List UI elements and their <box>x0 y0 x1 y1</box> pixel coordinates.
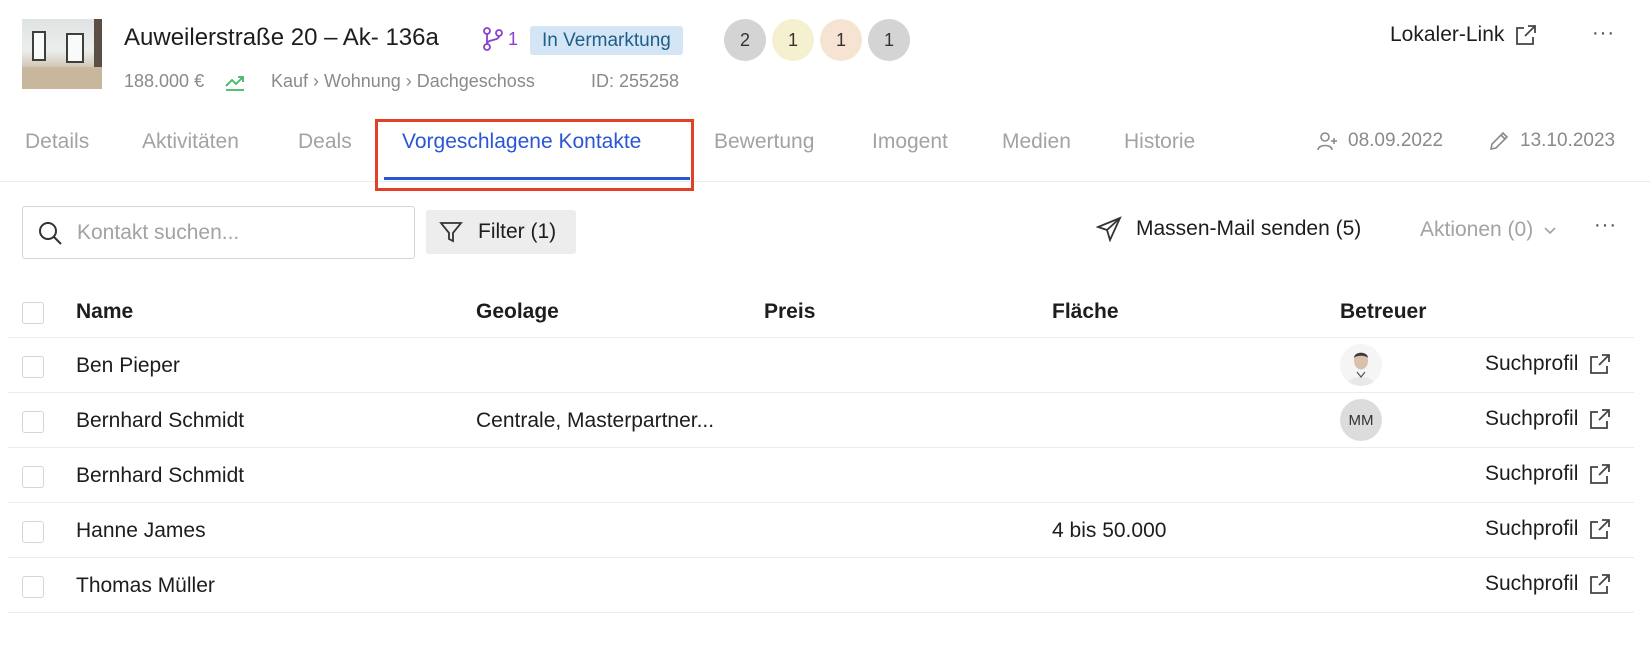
external-link-icon <box>1590 354 1611 374</box>
row-checkbox[interactable] <box>22 466 44 488</box>
property-category-breadcrumb: Kauf › Wohnung › Dachgeschoss <box>271 71 535 91</box>
local-link-label: Lokaler-Link <box>1390 23 1505 46</box>
table-header: Name Geolage Preis Fläche Betreuer <box>8 286 1634 338</box>
count-circles: 2 1 1 1 <box>724 19 910 61</box>
row-checkbox[interactable] <box>22 576 44 598</box>
branch-count: 1 <box>508 28 519 49</box>
column-header-geolage[interactable]: Geolage <box>476 300 559 324</box>
tab-details[interactable]: Details <box>25 130 89 154</box>
row-checkbox[interactable] <box>22 356 44 378</box>
search-profile-link[interactable]: Suchprofil <box>1485 462 1612 486</box>
table-row[interactable]: Hanne James 4 bis 50.000 Suchprofil <box>8 503 1634 558</box>
contact-name[interactable]: Thomas Müller <box>76 574 215 598</box>
count-circle[interactable]: 1 <box>820 19 862 61</box>
count-circle[interactable]: 1 <box>772 19 814 61</box>
count-circle[interactable]: 1 <box>868 19 910 61</box>
branch-indicator[interactable]: 1 <box>482 26 518 52</box>
pencil-icon <box>1489 131 1509 151</box>
contacts-table: Name Geolage Preis Fläche Betreuer Ben P… <box>8 286 1634 613</box>
tab-aktivitaeten[interactable]: Aktivitäten <box>142 130 239 154</box>
tab-medien[interactable]: Medien <box>1002 130 1071 154</box>
column-header-preis[interactable]: Preis <box>764 300 815 324</box>
tab-deals[interactable]: Deals <box>298 130 352 154</box>
mass-mail-button[interactable]: Massen-Mail senden (5) <box>1096 216 1361 242</box>
row-checkbox[interactable] <box>22 411 44 433</box>
tab-historie[interactable]: Historie <box>1124 130 1195 154</box>
external-link-icon <box>1590 464 1611 484</box>
tab-highlight-annotation <box>375 119 694 191</box>
column-header-betreuer[interactable]: Betreuer <box>1340 300 1426 324</box>
local-link-button[interactable]: Lokaler-Link <box>1390 23 1538 47</box>
row-checkbox[interactable] <box>22 521 44 543</box>
tab-imogent[interactable]: Imogent <box>872 130 948 154</box>
filter-button[interactable]: Filter (1) <box>426 210 576 254</box>
property-title: Auweilerstraße 20 – Ak- 136a <box>124 24 439 51</box>
send-icon <box>1096 216 1122 242</box>
table-row[interactable]: Bernhard Schmidt Suchprofil <box>8 448 1634 503</box>
contact-search[interactable] <box>22 206 415 259</box>
avatar[interactable] <box>1340 344 1382 386</box>
contact-name[interactable]: Hanne James <box>76 519 206 543</box>
count-circle[interactable]: 2 <box>724 19 766 61</box>
person-photo-icon <box>1340 344 1382 386</box>
external-link-icon <box>1516 25 1537 45</box>
edited-date: 13.10.2023 <box>1488 130 1615 152</box>
property-price: 188.000 € <box>124 71 205 91</box>
external-link-icon <box>1590 409 1611 429</box>
actions-label: Aktionen (0) <box>1420 218 1534 241</box>
search-profile-link[interactable]: Suchprofil <box>1485 352 1612 376</box>
search-icon <box>39 221 62 245</box>
created-date: 08.09.2022 <box>1316 130 1443 152</box>
filter-icon <box>439 222 463 243</box>
toolbar-more-menu[interactable]: ··· <box>1594 214 1617 237</box>
search-profile-link[interactable]: Suchprofil <box>1485 407 1612 431</box>
user-add-icon <box>1317 132 1337 151</box>
property-id: ID: 255258 <box>591 71 680 91</box>
contact-name[interactable]: Bernhard Schmidt <box>76 409 244 433</box>
chevron-down-icon <box>1544 227 1556 235</box>
external-link-icon <box>1590 574 1611 594</box>
tab-bewertung[interactable]: Bewertung <box>714 130 814 154</box>
contact-flaeche: 4 bis 50.000 <box>1052 519 1167 542</box>
external-link-icon <box>1590 519 1611 539</box>
contact-name[interactable]: Bernhard Schmidt <box>76 464 244 488</box>
column-header-name[interactable]: Name <box>76 300 133 324</box>
avatar[interactable]: MM <box>1340 399 1382 441</box>
status-badge: In Vermarktung <box>530 26 683 55</box>
table-row[interactable]: Bernhard Schmidt Centrale, Masterpartner… <box>8 393 1634 448</box>
contact-geolage: Centrale, Masterpartner... <box>476 409 715 432</box>
search-profile-link[interactable]: Suchprofil <box>1485 572 1612 596</box>
search-profile-link[interactable]: Suchprofil <box>1485 517 1612 541</box>
column-header-flaeche[interactable]: Fläche <box>1052 300 1119 324</box>
price-trend-icon[interactable] <box>224 72 246 92</box>
table-row[interactable]: Ben Pieper Suchprofil <box>8 338 1634 393</box>
select-all-checkbox[interactable] <box>22 302 44 324</box>
contact-name[interactable]: Ben Pieper <box>76 354 180 378</box>
git-branch-icon <box>483 27 503 51</box>
mass-mail-label: Massen-Mail senden (5) <box>1136 217 1362 240</box>
header-more-menu[interactable]: ··· <box>1592 22 1615 45</box>
actions-dropdown[interactable]: Aktionen (0) <box>1420 218 1557 242</box>
table-row[interactable]: Thomas Müller Suchprofil <box>8 558 1634 613</box>
property-thumbnail[interactable] <box>22 19 102 89</box>
search-input[interactable] <box>77 220 377 245</box>
filter-label: Filter (1) <box>478 220 557 243</box>
